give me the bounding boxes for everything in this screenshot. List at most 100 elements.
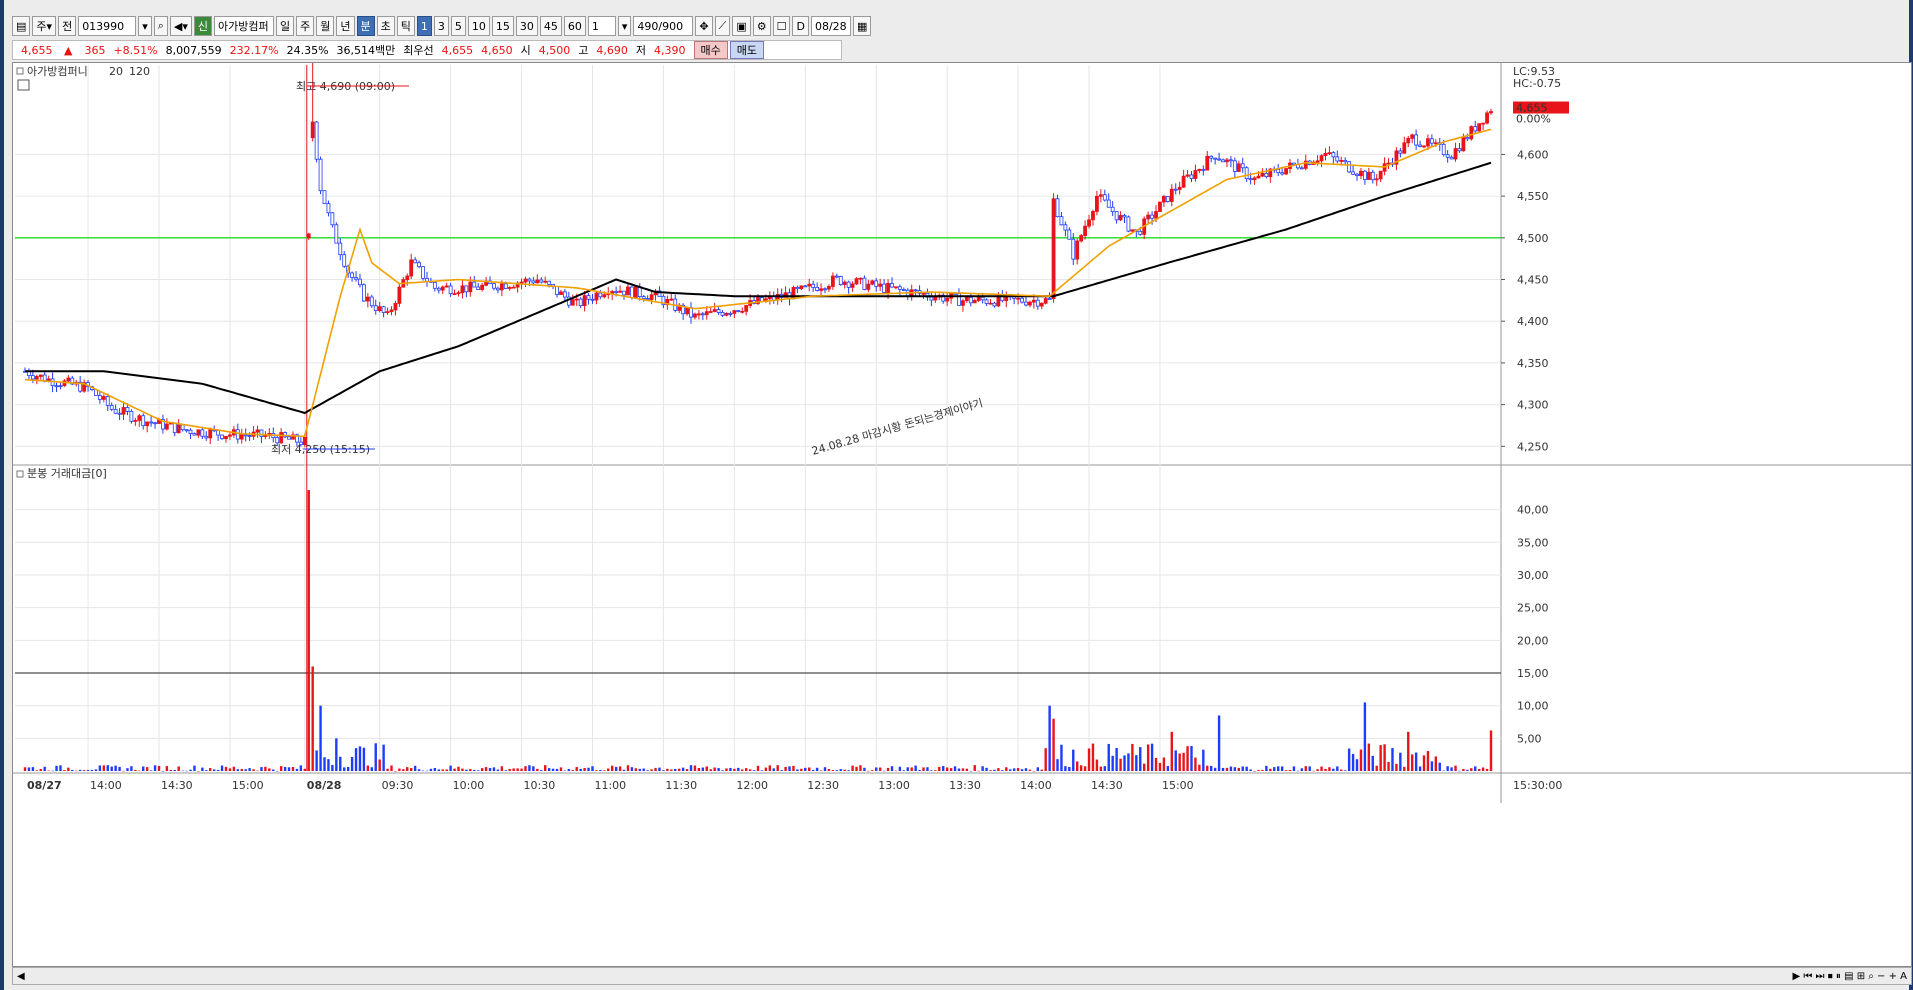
volume-bar: [1336, 766, 1339, 771]
sell-button[interactable]: 매도: [729, 41, 765, 59]
volume-bar: [945, 767, 949, 771]
period-month[interactable]: 월: [316, 16, 335, 36]
calendar-icon[interactable]: ▦: [852, 16, 872, 36]
volume-bar: [681, 767, 685, 771]
crosshair-icon[interactable]: ✥: [695, 16, 713, 36]
volume-bar: [398, 768, 401, 771]
watermark-text: 24.08.28 마감시황 돈되는경제이야기: [810, 396, 984, 457]
candle-body: [1280, 172, 1285, 175]
volume-bar: [252, 769, 255, 771]
period-day[interactable]: 일: [276, 16, 295, 36]
candle-body: [1355, 173, 1359, 177]
speaker-icon[interactable]: ◀▾: [169, 16, 192, 36]
volume-bar: [1340, 769, 1343, 771]
candle-body: [397, 286, 402, 304]
volume-bar: [882, 770, 886, 772]
stock-code-input[interactable]: 013990: [78, 16, 137, 36]
volume-bar: [63, 770, 66, 771]
interval-45[interactable]: 45: [539, 16, 562, 36]
candle-body: [1158, 201, 1162, 212]
volume-bar: [283, 766, 287, 771]
volume-bar: [666, 768, 669, 771]
candle-body: [1181, 175, 1186, 188]
type-button[interactable]: 전: [58, 16, 77, 36]
scroll-bar[interactable]: ◀ ▶ ⏮ ⏭ ⏹ ⏸ ▤ ⊞ ⌕ − + A: [12, 967, 1912, 985]
stock-chart[interactable]: 4,250 4,300 4,350 4,400 4,450 4,500 4,550 4,600…: [13, 63, 1911, 966]
period-tick[interactable]: 틱: [396, 16, 415, 36]
period-minute[interactable]: 분: [356, 16, 375, 36]
count-dropdown-icon[interactable]: ▾: [617, 16, 632, 36]
volume-bar: [209, 768, 212, 771]
volume-bar: [134, 769, 137, 771]
candle-body: [811, 283, 816, 288]
legend-collapse-icon[interactable]: [16, 67, 24, 75]
candle-body: [1028, 301, 1032, 306]
candle-body: [1429, 138, 1434, 144]
interval-10[interactable]: 10: [467, 16, 490, 36]
volume-bar: [878, 767, 882, 771]
candle-body: [196, 429, 201, 436]
date-input[interactable]: 08/28: [810, 16, 851, 36]
volume-bar: [201, 767, 204, 771]
volume-bar: [634, 768, 638, 771]
settings-icon[interactable]: ⚙: [752, 16, 771, 36]
candle-body: [172, 422, 177, 434]
volume-bar: [725, 768, 728, 771]
chart-area[interactable]: 4,250 4,300 4,350 4,400 4,450 4,500 4,550 4,600…: [12, 62, 1912, 967]
code-dropdown-icon[interactable]: ▾: [138, 16, 152, 36]
volume-bar: [1036, 767, 1040, 771]
date-checkbox[interactable]: ☐: [772, 16, 791, 36]
volume-bar: [859, 765, 862, 771]
candle-body: [586, 295, 591, 300]
volume-bar: [67, 767, 70, 771]
search-icon[interactable]: ⌕: [153, 16, 168, 36]
volume-bar: [1068, 767, 1071, 771]
candle-body: [1091, 211, 1095, 221]
time-tick-label: 10:00: [453, 779, 485, 792]
volume-bar: [543, 765, 547, 771]
save-icon[interactable]: ▣: [732, 16, 751, 36]
volume-bar: [35, 770, 39, 771]
candle-body: [1201, 168, 1206, 171]
volume-bar: [595, 770, 598, 771]
indicator-list-icon[interactable]: [17, 79, 30, 91]
volume-collapse-icon[interactable]: [16, 470, 24, 478]
period-week[interactable]: 주: [296, 16, 315, 36]
volume-bar: [851, 765, 854, 771]
chart-nav-controls[interactable]: ▶ ⏮ ⏭ ⏹ ⏸ ▤ ⊞ ⌕ − + A: [1792, 971, 1907, 982]
volume-bar: [993, 769, 996, 771]
candle-body: [618, 290, 622, 293]
interval-15[interactable]: 15: [491, 16, 514, 36]
window-frame: ▤ 주 ▾ 전 013990 ▾ ⌕ ◀▾ 신 아가방컴퍼 일 주 월 년 분 초…: [0, 0, 1913, 990]
volume-bar: [1265, 765, 1268, 771]
volume-bar: [800, 768, 803, 771]
scroll-left-icon[interactable]: ◀: [17, 971, 25, 982]
volume-bar: [607, 768, 610, 771]
line-tool-icon[interactable]: ⟋: [714, 16, 731, 36]
interval-3[interactable]: 3: [433, 16, 449, 36]
volume-bar: [1343, 770, 1347, 771]
bar-count-field[interactable]: 490/900: [633, 16, 694, 36]
volume-bar: [1485, 768, 1489, 771]
market-select[interactable]: 주 ▾: [32, 16, 57, 36]
candle-body: [815, 286, 820, 291]
interval-5[interactable]: 5: [450, 16, 466, 36]
period-second[interactable]: 초: [376, 16, 395, 36]
interval-60[interactable]: 60: [563, 16, 586, 36]
period-year[interactable]: 년: [336, 16, 355, 36]
interval-count-select[interactable]: 1: [587, 16, 616, 36]
interval-30[interactable]: 30: [515, 16, 538, 36]
candle-body: [1461, 137, 1466, 152]
buy-button[interactable]: 매수: [693, 41, 728, 59]
volume-bar: [1099, 766, 1103, 771]
volume-bar: [827, 768, 831, 771]
volume-bar: [1087, 748, 1091, 771]
volume-bar: [701, 767, 705, 771]
volume-bar: [1001, 770, 1004, 771]
layout-icon[interactable]: ▤: [12, 16, 31, 36]
volume-bar: [713, 767, 716, 771]
volume-bar: [1292, 766, 1296, 771]
volume-bar: [272, 769, 275, 771]
interval-1[interactable]: 1: [416, 16, 432, 36]
candle-body: [716, 309, 721, 313]
